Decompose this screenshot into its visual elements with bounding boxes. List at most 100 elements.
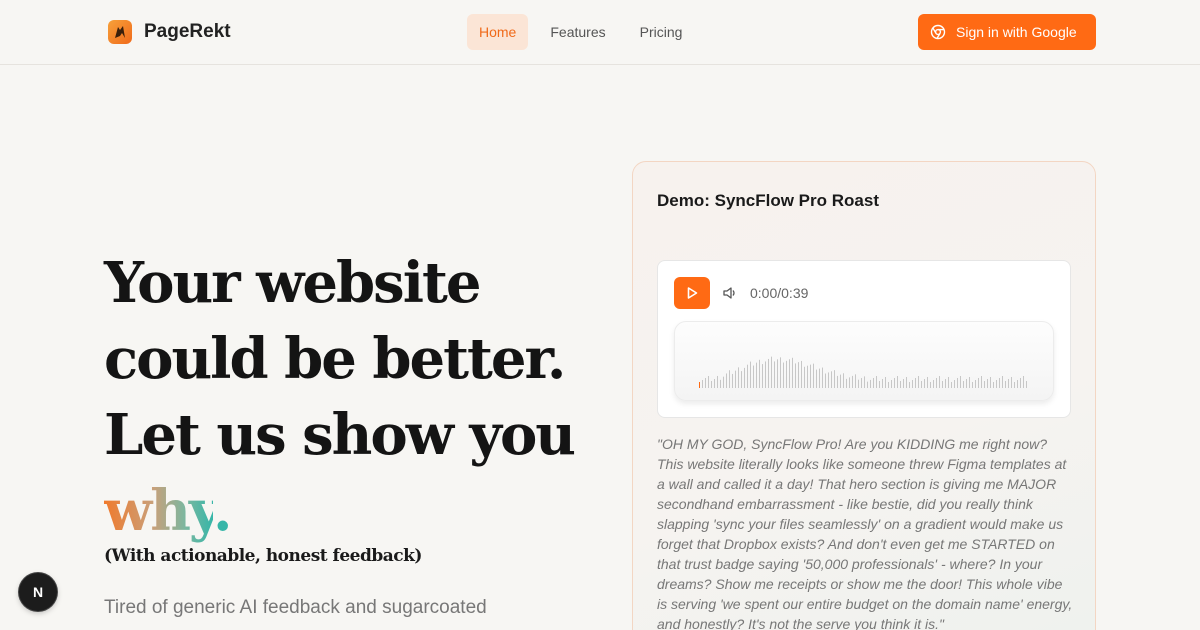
wave-bar bbox=[798, 362, 799, 388]
roast-quote: "OH MY GOD, SyncFlow Pro! Are you KIDDIN… bbox=[657, 436, 1073, 630]
wave-bar bbox=[714, 379, 715, 388]
nav-pricing[interactable]: Pricing bbox=[628, 14, 695, 50]
nav-features[interactable]: Features bbox=[538, 14, 617, 50]
wave-bar bbox=[738, 367, 739, 388]
play-button[interactable] bbox=[674, 277, 710, 309]
wave-bar bbox=[930, 382, 931, 388]
nav-home[interactable]: Home bbox=[467, 14, 529, 50]
wave-bar bbox=[870, 379, 871, 388]
top-header: PageRekt Home Features Pricing Sign in w… bbox=[0, 0, 1200, 65]
wave-bar bbox=[717, 375, 718, 388]
wave-bar bbox=[987, 379, 988, 388]
wave-bar bbox=[843, 373, 844, 388]
wave-bar bbox=[894, 378, 895, 388]
audio-player: 0:00/0:39 bbox=[657, 260, 1071, 418]
brand[interactable]: PageRekt bbox=[108, 20, 231, 44]
pagerekt-logo-icon bbox=[108, 20, 132, 44]
wave-bar bbox=[816, 369, 817, 388]
accent-punct: . bbox=[213, 478, 232, 544]
wave-bar bbox=[873, 378, 874, 388]
time-readout: 0:00/0:39 bbox=[750, 285, 809, 301]
volume-icon[interactable] bbox=[722, 285, 738, 301]
wave-bar bbox=[912, 380, 913, 388]
wave-bar bbox=[774, 361, 775, 388]
brand-name: PageRekt bbox=[144, 21, 231, 42]
wave-bar bbox=[735, 370, 736, 388]
wave-bar bbox=[780, 357, 781, 388]
wave-bar bbox=[921, 381, 922, 388]
chrome-icon bbox=[930, 24, 946, 40]
wave-bar bbox=[846, 378, 847, 388]
wave-bar bbox=[804, 366, 805, 388]
wave-bar bbox=[1008, 379, 1009, 388]
main-nav: Home Features Pricing bbox=[467, 14, 698, 50]
wave-bar bbox=[864, 376, 865, 388]
wave-bar bbox=[981, 376, 982, 388]
wave-bar bbox=[972, 382, 973, 388]
wave-bar bbox=[1014, 382, 1015, 388]
wave-bar bbox=[876, 376, 877, 388]
wave-bar bbox=[936, 378, 937, 388]
wave-bar bbox=[852, 375, 853, 388]
play-icon bbox=[687, 287, 698, 299]
wave-bar bbox=[969, 377, 970, 388]
wave-bar bbox=[786, 360, 787, 388]
wave-bar bbox=[888, 382, 889, 388]
wave-bar bbox=[708, 376, 709, 388]
wave-bar bbox=[933, 380, 934, 388]
wave-bar bbox=[753, 365, 754, 388]
wave-bar bbox=[759, 359, 760, 388]
wave-bar bbox=[807, 365, 808, 388]
wave-bar bbox=[984, 381, 985, 388]
wave-bar bbox=[732, 373, 733, 388]
wave-bar bbox=[909, 382, 910, 388]
wave-bar bbox=[966, 379, 967, 388]
wave-bar bbox=[828, 372, 829, 388]
waveform bbox=[699, 356, 1027, 388]
wave-bar bbox=[711, 381, 712, 388]
wave-bar bbox=[855, 374, 856, 388]
wave-bar bbox=[699, 382, 700, 388]
wave-bar bbox=[723, 376, 724, 388]
wave-bar bbox=[783, 362, 784, 388]
wave-bar bbox=[882, 379, 883, 388]
wave-bar bbox=[792, 357, 793, 388]
accent-word: why bbox=[104, 478, 215, 544]
wave-bar bbox=[906, 377, 907, 388]
wave-bar bbox=[924, 379, 925, 388]
wave-bar bbox=[762, 364, 763, 388]
sign-in-google-button[interactable]: Sign in with Google bbox=[918, 14, 1096, 50]
hero-subtitle: (With actionable, honest feedback) bbox=[104, 546, 422, 566]
wave-bar bbox=[795, 363, 796, 388]
wave-bar bbox=[801, 360, 802, 388]
wave-bar bbox=[813, 363, 814, 388]
wave-bar bbox=[948, 377, 949, 388]
demo-card: Demo: SyncFlow Pro Roast 0:00/0:39 "OH M… bbox=[632, 161, 1096, 630]
wave-bar bbox=[891, 380, 892, 388]
wave-bar bbox=[1011, 377, 1012, 388]
waveform-scrubber[interactable] bbox=[674, 321, 1054, 401]
wave-bar bbox=[1002, 376, 1003, 388]
wave-bar bbox=[978, 378, 979, 388]
wave-bar bbox=[945, 379, 946, 388]
wave-bar bbox=[849, 377, 850, 388]
wave-bar bbox=[975, 380, 976, 388]
wave-bar bbox=[1020, 378, 1021, 388]
wave-bar bbox=[1005, 381, 1006, 388]
wave-bar bbox=[756, 362, 757, 388]
wave-bar bbox=[837, 375, 838, 388]
wave-bar bbox=[879, 381, 880, 388]
wave-bar bbox=[765, 361, 766, 388]
wave-bar bbox=[810, 364, 811, 388]
wave-bar bbox=[939, 376, 940, 388]
wave-bar bbox=[954, 380, 955, 388]
wave-bar bbox=[990, 377, 991, 388]
next-dev-button[interactable]: N bbox=[19, 573, 57, 611]
wave-bar bbox=[744, 367, 745, 388]
wave-bar bbox=[729, 370, 730, 388]
headline-line-4: why. bbox=[104, 473, 574, 549]
wave-bar bbox=[885, 377, 886, 388]
sign-in-label: Sign in with Google bbox=[956, 24, 1077, 40]
wave-bar bbox=[999, 378, 1000, 388]
wave-bar bbox=[840, 374, 841, 388]
